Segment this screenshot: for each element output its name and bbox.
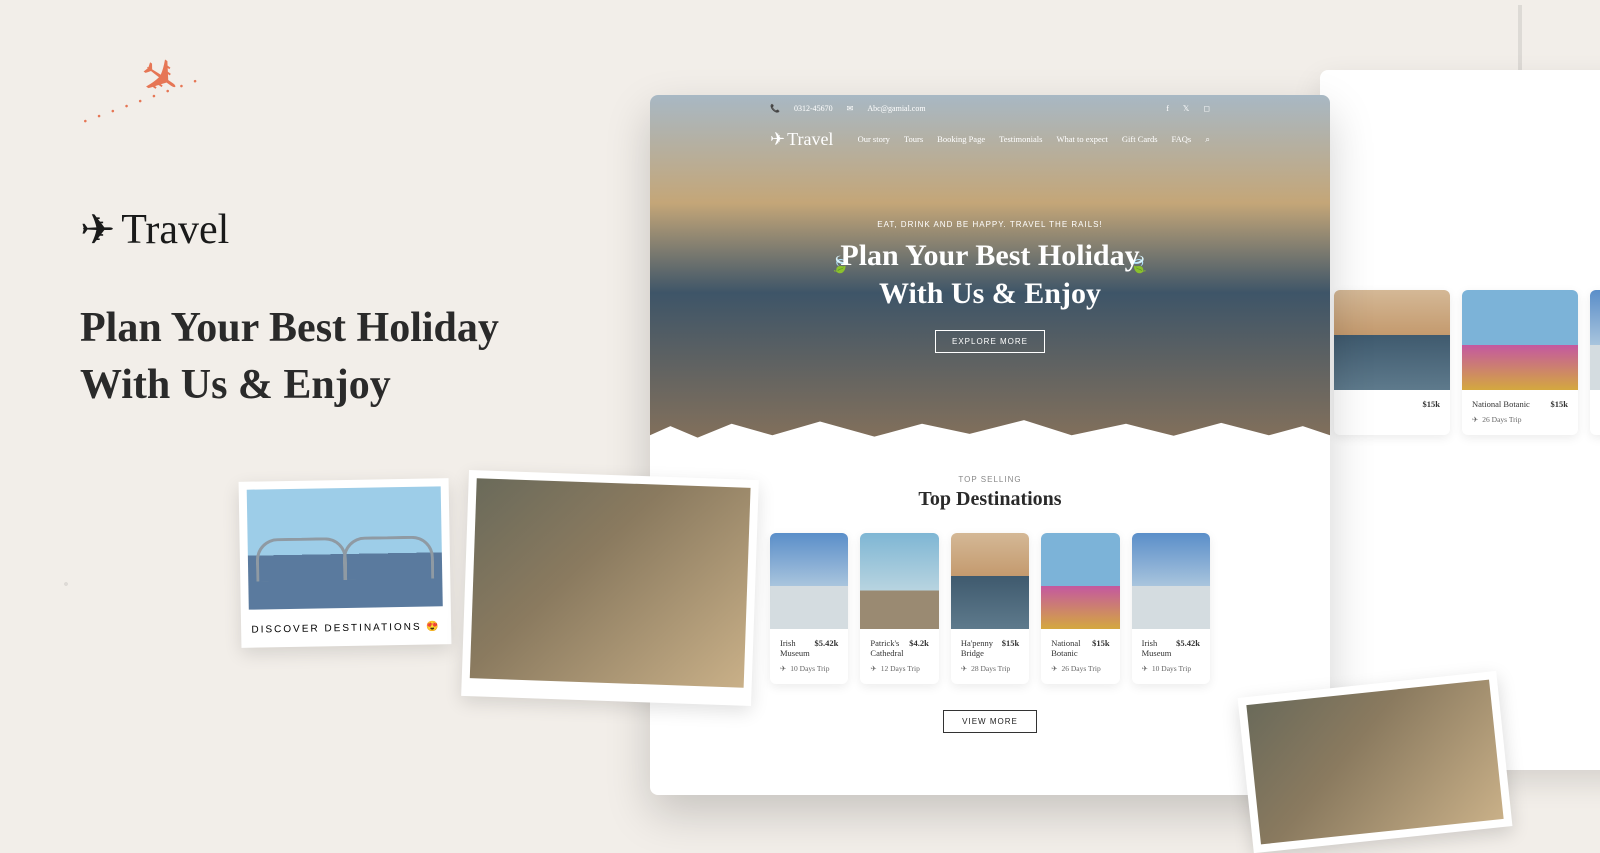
card-name: Irish Museum	[780, 638, 815, 658]
airplane-icon: ✈	[80, 205, 115, 255]
nav-what-to-expect[interactable]: What to expect	[1056, 134, 1107, 144]
polaroid-caption: DISCOVER DESTINATIONS 😍	[241, 621, 451, 636]
airplane-icon: ✈	[770, 129, 785, 150]
card-name: National Botanic	[1051, 638, 1092, 658]
explore-more-button[interactable]: EXPLORE MORE	[935, 330, 1045, 353]
brand-logo: ✈ Travel	[80, 205, 229, 255]
card-price: $15k	[1551, 399, 1568, 409]
destination-cards: Irish Museum$5.42k ✈10 Days Trip Patrick…	[770, 533, 1210, 684]
plane-icon: ✈	[961, 664, 967, 673]
topbar-phone: 0312-45670	[794, 104, 833, 113]
destination-card[interactable]: Irish Museum$5.42k ✈ 10 Days Trip	[770, 533, 848, 684]
hero-content: EAT, DRINK AND BE HAPPY. TRAVEL THE RAIL…	[650, 220, 1330, 353]
destination-card[interactable]: National Botanic $15k ✈ 26 Days Trip	[1462, 290, 1578, 435]
headline-line2: With Us & Enjoy	[80, 357, 499, 414]
nav-testimonials[interactable]: Testimonials	[999, 134, 1042, 144]
card-name: National Botanic	[1472, 399, 1530, 409]
card-thumb	[770, 533, 848, 629]
hero-tagline: EAT, DRINK AND BE HAPPY. TRAVEL THE RAIL…	[650, 220, 1330, 229]
card-trip: 28 Days Trip	[971, 664, 1010, 673]
polaroid-cuisine	[1238, 671, 1513, 853]
destination-card[interactable]: Patrick's Cathedral$4.2k ✈ 12 Days Trip	[860, 533, 938, 684]
brand-text: Travel	[121, 206, 229, 254]
polaroid-food	[461, 470, 759, 706]
nav-our-story[interactable]: Our story	[858, 134, 890, 144]
hero-section: 📞 0312-45670 ✉ Abc@gamial.com f 𝕏 ◻ ✈ Tr…	[650, 95, 1330, 455]
plane-icon: ✈	[780, 664, 786, 673]
topbar: 📞 0312-45670 ✉ Abc@gamial.com f 𝕏 ◻	[650, 95, 1330, 121]
card-thumb	[951, 533, 1029, 629]
card-thumb	[1462, 290, 1578, 390]
destination-card[interactable]: Ha'penny Bridge$15k ✈ 28 Days Trip	[951, 533, 1029, 684]
nav-tours[interactable]: Tours	[904, 134, 923, 144]
view-more-button[interactable]: VIEW MORE	[943, 710, 1037, 733]
card-price: $15k	[1423, 399, 1440, 409]
card-name: Patrick's Cathedral	[870, 638, 909, 658]
nav-logo[interactable]: ✈ Travel	[770, 129, 833, 150]
card-trip: 10 Days Trip	[1152, 664, 1191, 673]
nav-links: Our story Tours Booking Page Testimonial…	[858, 134, 1210, 145]
plane-icon: ✈	[1142, 664, 1148, 673]
torn-edge-decoration	[650, 410, 1330, 456]
card-trip: 12 Days Trip	[881, 664, 920, 673]
nav-booking[interactable]: Booking Page	[937, 134, 985, 144]
card-price: $5.42k	[815, 638, 839, 658]
card-thumb	[1334, 290, 1450, 390]
card-trip: 26 Days Trip	[1482, 415, 1521, 424]
headline-line1: Plan Your Best Holiday	[80, 300, 499, 357]
topbar-email: Abc@gamial.com	[867, 104, 925, 113]
phone-icon: 📞	[770, 104, 780, 113]
card-thumb	[1041, 533, 1119, 629]
destination-card[interactable]: Irish Museum$5.42k ✈ 10 Days Trip	[1132, 533, 1210, 684]
destination-card[interactable]: Irish Museum ✈10 Days Trip	[1590, 290, 1600, 435]
nav-gift-cards[interactable]: Gift Cards	[1122, 134, 1158, 144]
photo-cuisine	[1246, 680, 1503, 845]
card-thumb	[1590, 290, 1600, 390]
card-thumb	[860, 533, 938, 629]
destination-card[interactable]: National Botanic$15k ✈ 26 Days Trip	[1041, 533, 1119, 684]
card-price: $4.2k	[909, 638, 929, 658]
destination-card[interactable]: $15k	[1334, 290, 1450, 435]
section-subtitle: TOP SELLING	[770, 475, 1210, 484]
plane-icon: ✈	[870, 664, 876, 673]
card-thumb	[1132, 533, 1210, 629]
email-icon: ✉	[847, 104, 854, 113]
tourist-sketch	[0, 440, 220, 800]
plane-icon: ✈	[1051, 664, 1057, 673]
photo-tower-bridge	[247, 486, 443, 609]
plane-icon: ✈	[1472, 415, 1478, 424]
card-name: Ha'penny Bridge	[961, 638, 1002, 658]
website-preview-main: 📞 0312-45670 ✉ Abc@gamial.com f 𝕏 ◻ ✈ Tr…	[650, 95, 1330, 795]
polaroid-discover: DISCOVER DESTINATIONS 😍	[239, 478, 452, 648]
card-price: $15k	[1002, 638, 1019, 658]
card-price: $15k	[1092, 638, 1109, 658]
main-nav: ✈ Travel Our story Tours Booking Page Te…	[650, 121, 1330, 157]
card-name: Irish Museum	[1142, 638, 1177, 658]
search-icon[interactable]: ⌕	[1205, 134, 1210, 145]
facebook-icon[interactable]: f	[1166, 104, 1169, 113]
headline: Plan Your Best Holiday With Us & Enjoy	[80, 300, 499, 413]
nav-faqs[interactable]: FAQs	[1172, 134, 1192, 144]
instagram-icon[interactable]: ◻	[1203, 104, 1210, 113]
photo-food-market	[470, 478, 751, 687]
hero-title: Plan Your Best Holiday With Us & Enjoy	[650, 237, 1330, 312]
card-price: $5.42k	[1176, 638, 1200, 658]
twitter-icon[interactable]: 𝕏	[1183, 104, 1189, 113]
card-trip: 10 Days Trip	[790, 664, 829, 673]
card-trip: 26 Days Trip	[1062, 664, 1101, 673]
website-preview-secondary: $15k National Botanic$15k ✈26 Days Trip …	[1320, 70, 1600, 770]
section-title: Top Destinations	[770, 488, 1210, 511]
